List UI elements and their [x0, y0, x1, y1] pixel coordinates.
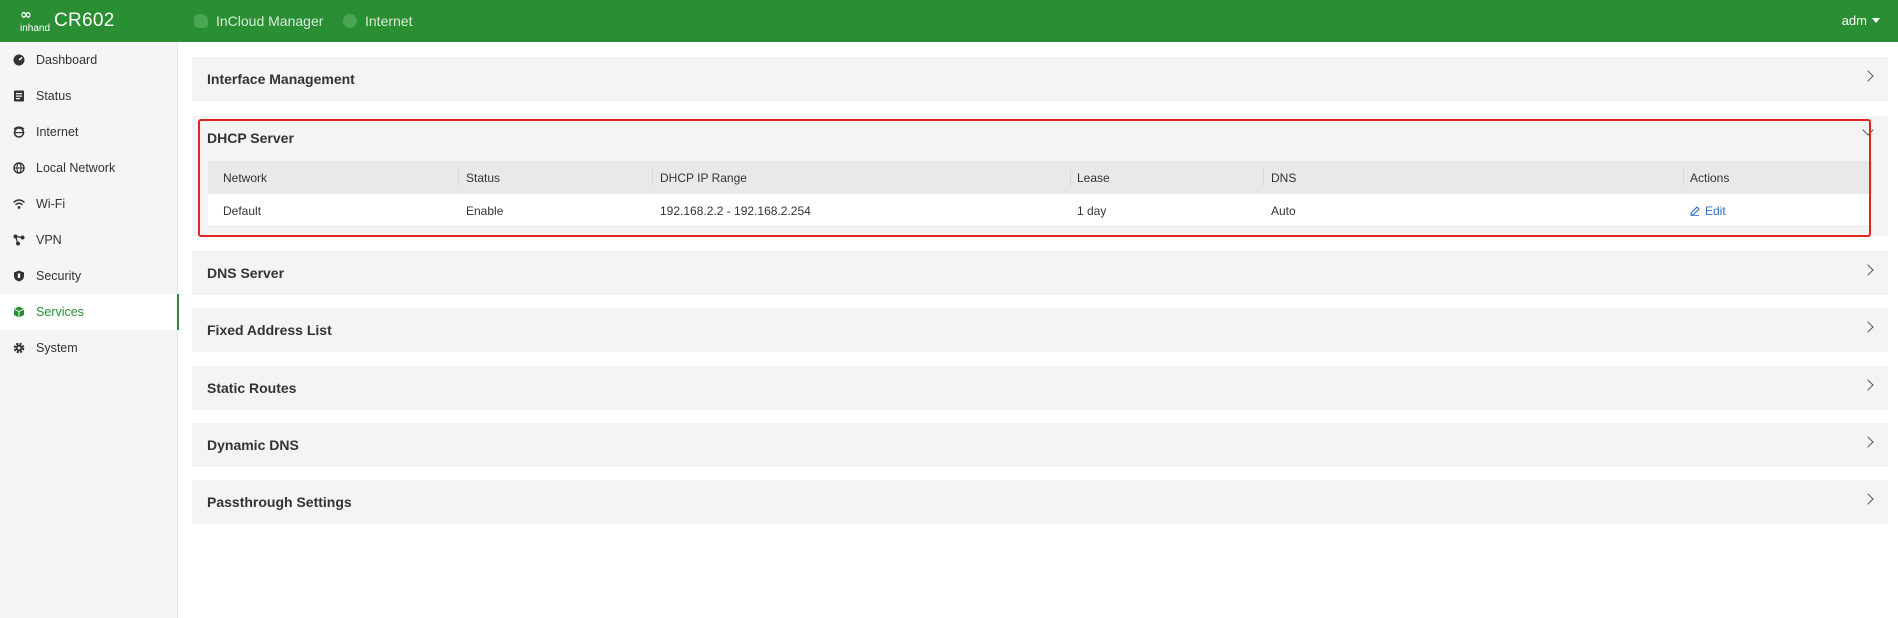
chevron-right-icon[interactable] — [1862, 70, 1874, 82]
sidebar: Dashboard Status Internet Local Network … — [0, 42, 179, 618]
edit-label: Edit — [1705, 204, 1726, 218]
cell-lease: 1 day — [1077, 204, 1107, 218]
chevron-down-icon[interactable] — [1862, 124, 1874, 136]
sidebar-item-label: Status — [36, 89, 72, 103]
sidebar-item-label: Dashboard — [36, 53, 98, 67]
user-menu[interactable]: adm — [1842, 14, 1880, 28]
panel-title: Dynamic DNS — [207, 437, 299, 453]
sidebar-item-label: Internet — [36, 125, 79, 139]
logo-brand: inhand — [20, 23, 51, 34]
sidebar-item-label: Local Network — [36, 161, 116, 175]
panel-static-routes[interactable]: Static Routes — [192, 366, 1888, 410]
logo-mark: ∞ — [20, 7, 32, 23]
globe-icon — [13, 162, 25, 174]
sidebar-item-label: System — [36, 341, 78, 355]
panel-title: Static Routes — [207, 380, 297, 396]
sidebar-item-internet[interactable]: Internet — [0, 114, 178, 150]
device-model: CR602 — [54, 10, 115, 31]
panel-title: Interface Management — [207, 71, 355, 87]
cell-network: Default — [223, 204, 262, 218]
column-header-network: Network — [223, 171, 268, 185]
table-row: Default Enable 192.168.2.2 - 192.168.2.2… — [208, 194, 1872, 227]
cube-icon — [13, 306, 25, 318]
sidebar-item-system[interactable]: System — [0, 330, 178, 366]
incloud-manager-label: InCloud Manager — [216, 13, 324, 29]
column-divider — [1683, 169, 1684, 186]
chevron-right-icon[interactable] — [1862, 379, 1874, 391]
sidebar-item-label: Security — [36, 269, 82, 283]
logo[interactable]: ∞ inhand CR602 — [20, 8, 120, 36]
edit-button[interactable]: Edit — [1690, 204, 1726, 218]
username: adm — [1841, 13, 1867, 28]
chevron-right-icon[interactable] — [1862, 264, 1874, 276]
panel-title: Fixed Address List — [207, 322, 332, 338]
cell-status: Enable — [466, 204, 504, 218]
sidebar-item-local-network[interactable]: Local Network — [0, 150, 178, 186]
sidebar-item-status[interactable]: Status — [0, 78, 178, 114]
panel-dynamic-dns[interactable]: Dynamic DNS — [192, 423, 1888, 467]
table-header: Network Status DHCP IP Range Lease DNS A… — [208, 161, 1872, 194]
wifi-icon — [13, 199, 25, 209]
caret-down-icon — [1872, 18, 1880, 23]
column-divider — [458, 169, 459, 186]
panel-title: Passthrough Settings — [207, 494, 352, 510]
top-bar: ∞ inhand CR602 InCloud Manager Internet … — [0, 0, 1898, 42]
sidebar-item-label: Services — [36, 305, 84, 319]
sidebar-item-vpn[interactable]: VPN — [0, 222, 178, 258]
panel-dhcp-server[interactable]: DHCP Server Network Status DHCP IP Range… — [192, 116, 1888, 236]
status-dot-icon — [343, 14, 357, 28]
sidebar-item-label: VPN — [36, 233, 62, 247]
column-divider — [652, 169, 653, 186]
column-header-lease: Lease — [1077, 171, 1110, 185]
internet-icon — [13, 126, 25, 138]
dashboard-icon — [13, 54, 25, 66]
cell-dns: Auto — [1271, 204, 1296, 218]
column-divider — [1263, 169, 1264, 186]
status-icon — [14, 90, 24, 102]
column-header-dns: DNS — [1271, 171, 1297, 185]
internet-status-label: Internet — [365, 13, 413, 29]
column-divider — [1070, 169, 1071, 186]
chevron-right-icon[interactable] — [1862, 436, 1874, 448]
panel-interface-management[interactable]: Interface Management — [192, 57, 1888, 101]
sidebar-item-security[interactable]: Security — [0, 258, 178, 294]
panel-title: DNS Server — [207, 265, 285, 281]
shield-icon — [14, 270, 24, 282]
chevron-right-icon[interactable] — [1862, 321, 1874, 333]
cloud-icon — [194, 14, 208, 28]
panel-title: DHCP Server — [207, 130, 294, 146]
sidebar-item-dashboard[interactable]: Dashboard — [0, 42, 178, 78]
column-header-dhcp-ip-range: DHCP IP Range — [660, 171, 747, 185]
active-indicator — [177, 294, 179, 330]
cell-dhcp-ip-range: 192.168.2.2 - 192.168.2.254 — [660, 204, 811, 218]
sidebar-item-services[interactable]: Services — [0, 294, 179, 330]
column-header-status: Status — [466, 171, 501, 185]
dhcp-server-table: Network Status DHCP IP Range Lease DNS A… — [208, 161, 1872, 227]
vpn-icon — [13, 234, 25, 246]
pencil-icon — [1690, 206, 1700, 216]
sidebar-item-label: Wi-Fi — [36, 197, 66, 211]
column-header-actions: Actions — [1690, 171, 1730, 185]
gear-icon — [13, 342, 25, 354]
sidebar-item-wifi[interactable]: Wi-Fi — [0, 186, 178, 222]
panel-passthrough-settings[interactable]: Passthrough Settings — [192, 480, 1888, 524]
panel-dns-server[interactable]: DNS Server — [192, 251, 1888, 295]
chevron-right-icon[interactable] — [1862, 493, 1874, 505]
panel-fixed-address-list[interactable]: Fixed Address List — [192, 308, 1888, 352]
